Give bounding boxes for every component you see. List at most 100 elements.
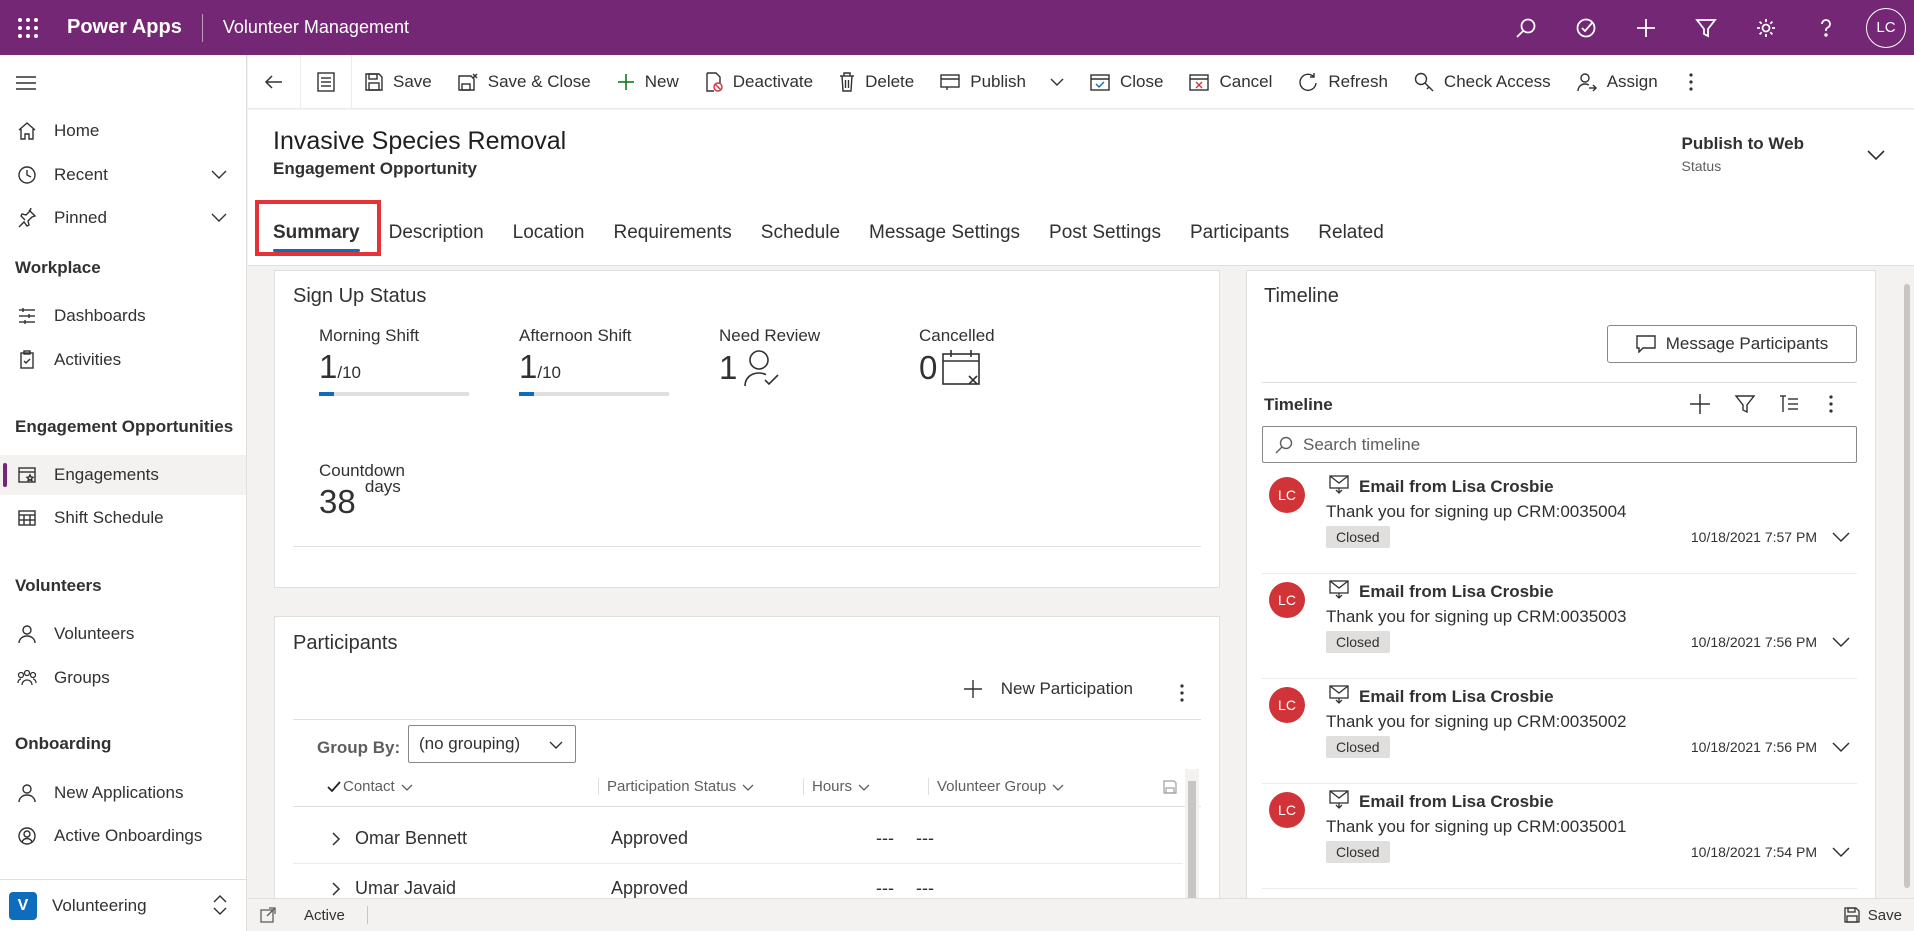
cancel-button[interactable]: Cancel — [1176, 55, 1285, 109]
email-icon — [1329, 685, 1349, 704]
sidebar-group-engagement-opportunities: Engagement Opportunities — [15, 417, 234, 436]
search-icon[interactable] — [1496, 0, 1556, 55]
morning-shift-max: /10 — [337, 363, 361, 382]
status-save-button[interactable]: Save — [1844, 907, 1902, 924]
chevron-down-icon[interactable] — [1831, 531, 1851, 543]
sidebar-item-groups[interactable]: Groups — [0, 658, 246, 698]
publish-button[interactable]: Publish — [927, 55, 1077, 109]
sidebar-item-engagements[interactable]: Engagements — [0, 455, 246, 495]
chevron-down-icon[interactable] — [1831, 741, 1851, 753]
tab-summary[interactable]: Summary — [273, 210, 360, 254]
brand-name[interactable]: Power Apps — [67, 16, 182, 39]
hamburger-menu-icon[interactable] — [0, 55, 246, 110]
chevron-right-icon[interactable] — [331, 881, 341, 896]
status-badge: Closed — [1326, 631, 1390, 653]
sidebar-item-home[interactable]: Home — [0, 111, 246, 151]
chevron-down-icon[interactable] — [1831, 636, 1851, 648]
group-by-select[interactable]: (no grouping) — [408, 725, 576, 763]
app-area-switcher[interactable]: V Volunteering — [0, 879, 246, 931]
save-button[interactable]: Save — [352, 55, 445, 109]
plus-icon[interactable] — [1616, 0, 1676, 55]
deactivate-button[interactable]: Deactivate — [692, 55, 826, 109]
tab-message-settings[interactable]: Message Settings — [869, 210, 1020, 254]
sidebar-item-label: Active Onboardings — [54, 826, 203, 845]
column-hours[interactable]: Hours — [803, 778, 928, 795]
cancel-button-label: Cancel — [1219, 71, 1273, 91]
calendar-grid-icon — [16, 507, 38, 529]
cancelled-value: 0 — [919, 349, 938, 386]
message-participants-button[interactable]: Message Participants — [1607, 325, 1857, 363]
command-bar: Save Save & Close New Deactivate Delete … — [248, 54, 1914, 109]
sidebar-item-volunteers[interactable]: Volunteers — [0, 614, 246, 654]
refresh-button[interactable]: Refresh — [1285, 55, 1401, 109]
timeline-item-title[interactable]: Email from Lisa Crosbie — [1359, 687, 1554, 707]
timeline-item[interactable]: LC Email from Lisa Crosbie Thank you for… — [1262, 784, 1857, 889]
tab-requirements[interactable]: Requirements — [614, 210, 732, 254]
timeline-item[interactable]: LC Email from Lisa Crosbie Thank you for… — [1262, 469, 1857, 574]
tab-related[interactable]: Related — [1318, 210, 1384, 254]
timeline-item[interactable]: LC Email from Lisa Crosbie Thank you for… — [1262, 574, 1857, 679]
chevron-down-icon[interactable] — [1866, 148, 1886, 162]
select-all-checkmark-icon[interactable] — [293, 780, 343, 793]
column-contact[interactable]: Contact — [343, 778, 598, 795]
add-note-icon[interactable] — [1689, 393, 1711, 415]
more-commands-button[interactable] — [1671, 55, 1707, 109]
close-button[interactable]: Close — [1077, 55, 1176, 109]
timeline-card-title: Timeline — [1264, 285, 1339, 307]
delete-button[interactable]: Delete — [826, 55, 927, 109]
cell-contact[interactable]: Omar Bennett — [355, 828, 611, 849]
app-launcher-icon[interactable] — [0, 0, 55, 55]
chevron-right-icon[interactable] — [331, 831, 341, 846]
chevron-down-icon[interactable] — [1831, 846, 1851, 858]
timeline-item[interactable]: LC Email from Lisa Crosbie Thank you for… — [1262, 679, 1857, 784]
new-participation-button[interactable]: New Participation — [963, 679, 1133, 699]
page-scrollbar[interactable] — [1900, 272, 1914, 898]
filter-icon[interactable] — [1735, 394, 1755, 414]
new-participation-label: New Participation — [1000, 679, 1133, 698]
help-icon[interactable] — [1796, 0, 1856, 55]
sidebar-item-label: Pinned — [54, 208, 107, 227]
task-check-icon[interactable] — [1556, 0, 1616, 55]
timeline-item-title[interactable]: Email from Lisa Crosbie — [1359, 477, 1554, 497]
user-avatar[interactable]: LC — [1866, 7, 1906, 48]
search-timeline-input[interactable]: Search timeline — [1262, 426, 1857, 463]
open-in-new-window-icon[interactable] — [260, 907, 276, 923]
chevron-down-icon[interactable] — [210, 165, 228, 183]
save-and-close-button[interactable]: Save & Close — [445, 55, 604, 109]
new-button[interactable]: New — [604, 55, 692, 109]
brand-divider — [201, 13, 203, 42]
more-vertical-icon[interactable] — [1828, 394, 1834, 414]
settings-gear-icon[interactable] — [1736, 0, 1796, 55]
sidebar-item-dashboards[interactable]: Dashboards — [0, 296, 246, 336]
sidebar-item-pinned[interactable]: Pinned — [0, 198, 246, 238]
sidebar-item-active-onboardings[interactable]: Active Onboardings — [0, 816, 246, 856]
sort-icon[interactable] — [1779, 394, 1799, 414]
more-vertical-icon[interactable] — [1179, 683, 1185, 703]
back-button[interactable] — [248, 55, 300, 109]
chevron-down-icon[interactable] — [1050, 75, 1064, 89]
table-row[interactable]: Omar Bennett Approved --- --- — [293, 814, 1183, 864]
column-participation-status[interactable]: Participation Status — [598, 778, 803, 795]
tab-schedule[interactable]: Schedule — [761, 210, 840, 254]
check-access-button[interactable]: Check Access — [1401, 55, 1564, 109]
tab-post-settings[interactable]: Post Settings — [1049, 210, 1161, 254]
chevron-down-icon[interactable] — [210, 208, 228, 226]
sidebar-item-recent[interactable]: Recent — [0, 155, 246, 195]
assign-button[interactable]: Assign — [1564, 55, 1671, 109]
timeline-item-title[interactable]: Email from Lisa Crosbie — [1359, 792, 1554, 812]
sidebar-item-activities[interactable]: Activities — [0, 340, 246, 380]
tab-participants[interactable]: Participants — [1190, 210, 1289, 254]
sidebar-item-new-applications[interactable]: New Applications — [0, 773, 246, 813]
tab-location[interactable]: Location — [513, 210, 585, 254]
sidebar-item-shift-schedule[interactable]: Shift Schedule — [0, 498, 246, 538]
timeline-item-title[interactable]: Email from Lisa Crosbie — [1359, 582, 1554, 602]
column-volunteer-group[interactable]: Volunteer Group — [928, 778, 1118, 795]
app-title[interactable]: Volunteer Management — [223, 17, 409, 38]
tab-description[interactable]: Description — [389, 210, 484, 254]
form-view-button[interactable] — [301, 55, 351, 109]
cell-contact[interactable]: Umar Javaid — [355, 878, 611, 899]
sidebar-group-workplace: Workplace — [15, 258, 101, 277]
business-process-stage[interactable]: Publish to Web Status — [1682, 134, 1804, 174]
filter-icon[interactable] — [1676, 0, 1736, 55]
grid-scrollbar[interactable] — [1185, 769, 1199, 899]
